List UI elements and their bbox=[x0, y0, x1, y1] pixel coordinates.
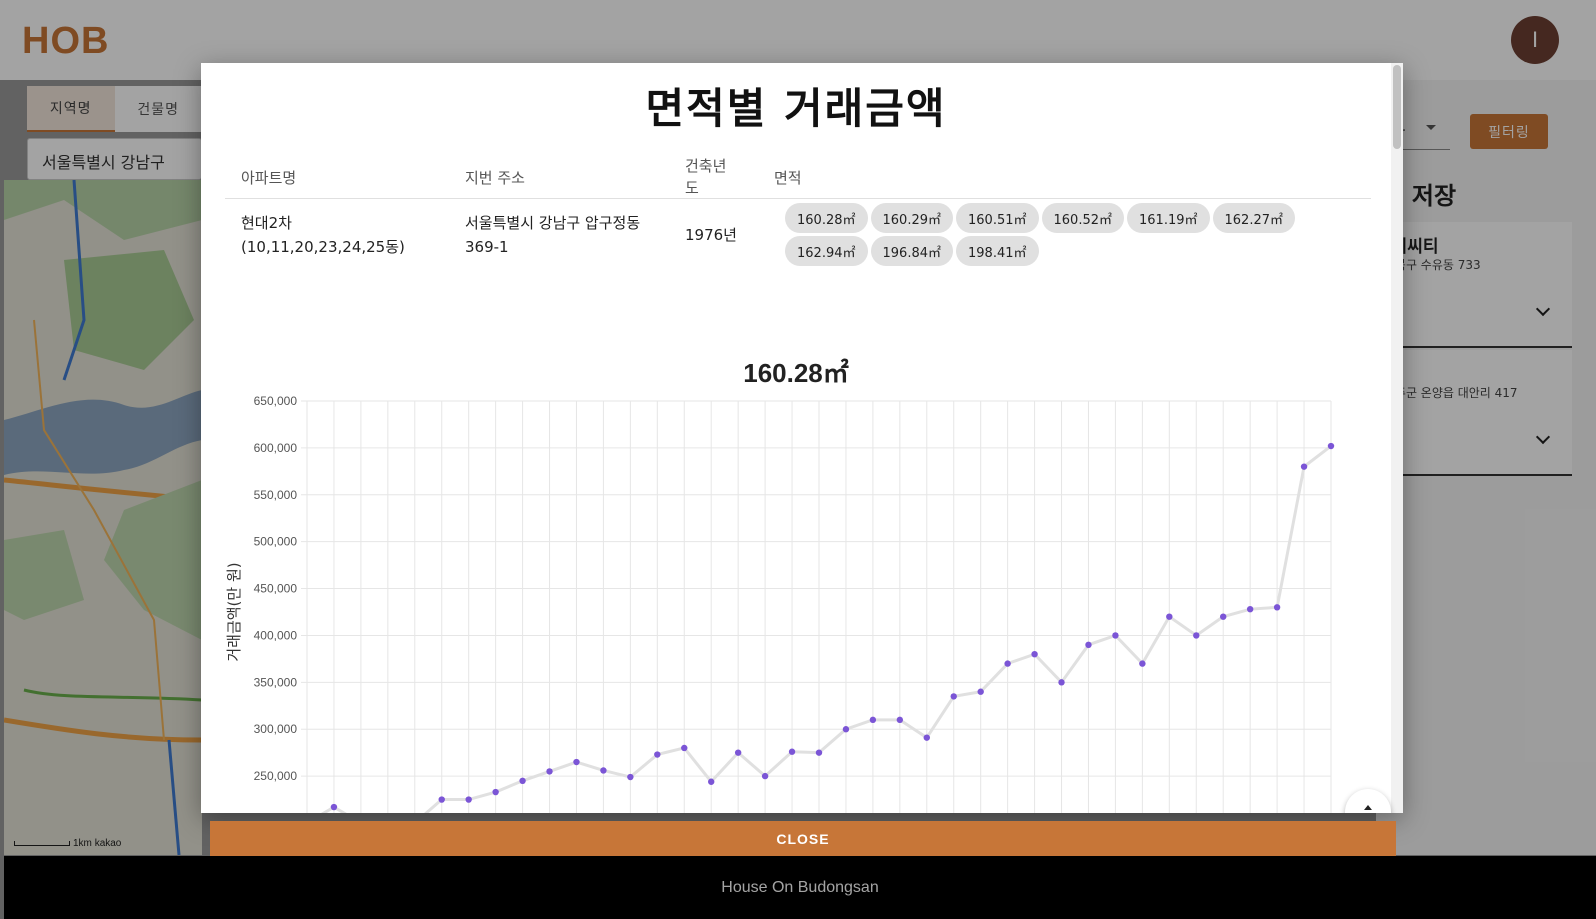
data-point bbox=[654, 751, 661, 758]
col-build-year: 건축년도 bbox=[685, 157, 727, 197]
data-point bbox=[519, 777, 526, 784]
apartment-info-table: 아파트명 지번 주소 건축년도 면적 현대2차 (10,11,20,23,24,… bbox=[225, 143, 1371, 271]
data-point bbox=[842, 726, 850, 733]
modal-scrollbar[interactable] bbox=[1391, 63, 1403, 813]
area-chip[interactable]: 198.41㎡ bbox=[956, 236, 1039, 266]
y-tick-label: 400,000 bbox=[254, 628, 298, 642]
close-button[interactable]: CLOSE bbox=[210, 821, 1396, 856]
data-point bbox=[681, 744, 688, 752]
data-point bbox=[600, 767, 607, 774]
area-chip[interactable]: 160.28㎡ bbox=[785, 203, 868, 233]
price-by-area-modal: 면적별 거래금액 아파트명 지번 주소 건축년도 면적 현대2차 (10,11,… bbox=[201, 63, 1403, 813]
data-point bbox=[627, 773, 634, 781]
data-point bbox=[788, 748, 796, 755]
col-apartment-name: 아파트명 bbox=[241, 169, 297, 187]
y-axis-label: 거래금액(만 원) bbox=[225, 562, 243, 661]
data-point bbox=[977, 688, 984, 695]
data-point bbox=[1085, 641, 1092, 649]
y-tick-label: 250,000 bbox=[254, 769, 298, 783]
data-point bbox=[573, 758, 580, 766]
modal-title: 면적별 거래금액 bbox=[645, 84, 947, 133]
data-point bbox=[1166, 613, 1173, 620]
area-chip-list: 160.28㎡ 160.29㎡ 160.51㎡ 160.52㎡ 161.19㎡ 162.2… bbox=[785, 203, 1305, 267]
data-point bbox=[1031, 651, 1038, 658]
area-chip[interactable]: 162.27㎡ bbox=[1212, 203, 1295, 233]
data-point bbox=[1139, 660, 1146, 667]
data-point bbox=[1193, 632, 1200, 639]
build-year: 1976년 bbox=[685, 226, 737, 244]
table-row: 현대2차 (10,11,20,23,24,25동) 서울특별시 강남구 압구정동… bbox=[225, 199, 1371, 271]
area-chip[interactable]: 162.94㎡ bbox=[785, 236, 868, 266]
data-point bbox=[330, 803, 338, 811]
data-point bbox=[1300, 463, 1308, 470]
area-chip[interactable]: 160.29㎡ bbox=[870, 203, 953, 233]
y-tick-label: 350,000 bbox=[254, 675, 298, 689]
data-point bbox=[1246, 605, 1254, 613]
y-tick-label: 500,000 bbox=[254, 535, 298, 549]
apartment-name: 현대2차 (10,11,20,23,24,25동) bbox=[241, 214, 405, 256]
data-point bbox=[1273, 604, 1281, 611]
data-point bbox=[546, 768, 553, 775]
y-tick-label: 650,000 bbox=[254, 394, 298, 408]
area-chip[interactable]: 160.51㎡ bbox=[956, 203, 1039, 233]
y-tick-label: 550,000 bbox=[254, 488, 298, 502]
data-point bbox=[1112, 632, 1119, 639]
data-point bbox=[1327, 442, 1335, 450]
data-point bbox=[1058, 679, 1065, 686]
app-root: HOB I 지역명 건물명 서울특별시 강남구 1km kakao 고가 필터링… bbox=[0, 0, 1596, 919]
data-point bbox=[815, 749, 823, 756]
data-point bbox=[761, 772, 769, 780]
area-chip[interactable]: 160.52㎡ bbox=[1041, 203, 1124, 233]
col-area: 면적 bbox=[774, 169, 802, 187]
scrollbar-thumb[interactable] bbox=[1393, 65, 1401, 149]
price-line-chart: 650,000 600,000 550,000 500,000 450,000 400,0… bbox=[225, 394, 1335, 813]
data-point bbox=[950, 693, 957, 700]
y-tick-label: 600,000 bbox=[254, 441, 298, 455]
y-tick-label: 300,000 bbox=[254, 722, 298, 736]
data-point bbox=[923, 734, 930, 741]
data-point bbox=[896, 716, 904, 724]
data-point bbox=[465, 796, 472, 803]
sort-arrows-icon bbox=[1364, 805, 1372, 810]
data-point bbox=[1004, 660, 1011, 667]
data-point bbox=[734, 749, 742, 756]
area-chip[interactable]: 161.19㎡ bbox=[1127, 203, 1210, 233]
y-tick-label: 450,000 bbox=[254, 582, 298, 596]
data-point bbox=[492, 788, 499, 796]
data-point bbox=[869, 716, 877, 724]
data-point bbox=[438, 796, 445, 803]
data-point bbox=[708, 778, 715, 785]
apartment-address: 서울특별시 강남구 압구정동 369-1 bbox=[465, 214, 641, 256]
col-address: 지번 주소 bbox=[465, 169, 525, 187]
data-point bbox=[1220, 613, 1227, 620]
table-header: 아파트명 지번 주소 건축년도 면적 bbox=[225, 143, 1371, 199]
area-chip[interactable]: 196.84㎡ bbox=[870, 236, 953, 266]
